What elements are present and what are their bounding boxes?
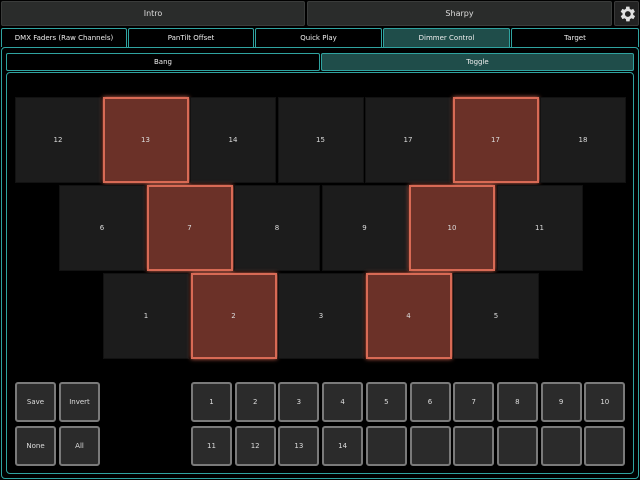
dimmer-cell[interactable]: 11 xyxy=(496,185,583,271)
preset-button[interactable]: 2 xyxy=(234,382,276,422)
sharpy-button[interactable]: Sharpy xyxy=(307,1,612,26)
none-button[interactable]: None xyxy=(15,426,56,466)
preset-button[interactable] xyxy=(409,426,451,466)
dimmer-cell[interactable]: 6 xyxy=(59,185,145,271)
save-button[interactable]: Save xyxy=(15,382,56,422)
dimmer-cell[interactable]: 8 xyxy=(234,185,320,271)
preset-button[interactable]: 13 xyxy=(278,426,320,466)
dimmer-cell[interactable]: 13 xyxy=(102,97,189,183)
tab-dmx-faders[interactable]: DMX Faders (Raw Channels) xyxy=(1,28,127,47)
dimmer-cell[interactable]: 17 xyxy=(452,97,539,183)
dimmer-cell[interactable]: 9 xyxy=(321,185,408,271)
preset-button[interactable] xyxy=(496,426,538,466)
dimmer-cell[interactable]: 5 xyxy=(453,273,539,359)
dimmer-cell[interactable]: 12 xyxy=(15,97,101,183)
preset-button[interactable]: 10 xyxy=(584,382,626,422)
preset-button[interactable]: 1 xyxy=(191,382,232,422)
preset-button[interactable] xyxy=(584,426,626,466)
tab-dimmer-control[interactable]: Dimmer Control xyxy=(383,28,510,47)
preset-button[interactable]: 12 xyxy=(234,426,276,466)
preset-button[interactable] xyxy=(365,426,407,466)
tab-pantilt-offset[interactable]: PanTilt Offset xyxy=(128,28,254,47)
dimmer-cell[interactable]: 17 xyxy=(365,97,451,183)
gear-icon xyxy=(620,6,635,21)
all-button[interactable]: All xyxy=(59,426,100,466)
dimmer-cell[interactable]: 15 xyxy=(277,97,364,183)
preset-button[interactable]: 5 xyxy=(365,382,407,422)
dimmer-cell[interactable]: 10 xyxy=(409,185,495,271)
preset-button[interactable]: 11 xyxy=(191,426,232,466)
intro-button[interactable]: Intro xyxy=(1,1,305,26)
dimmer-cell[interactable]: 4 xyxy=(365,273,452,359)
preset-button[interactable]: 4 xyxy=(322,382,364,422)
invert-button[interactable]: Invert xyxy=(59,382,100,422)
dimmer-cell[interactable]: 7 xyxy=(146,185,233,271)
preset-button[interactable]: 6 xyxy=(409,382,451,422)
tab-quick-play[interactable]: Quick Play xyxy=(255,28,382,47)
preset-button[interactable] xyxy=(540,426,582,466)
preset-button[interactable]: 9 xyxy=(540,382,582,422)
dimmer-cell[interactable]: 1 xyxy=(103,273,189,359)
subtab-toggle[interactable]: Toggle xyxy=(321,53,634,71)
dimmer-cell[interactable]: 14 xyxy=(190,97,276,183)
tab-target[interactable]: Target xyxy=(511,28,639,47)
dimmer-cell[interactable]: 3 xyxy=(278,273,364,359)
dimmer-cell[interactable]: 18 xyxy=(540,97,626,183)
preset-button[interactable] xyxy=(453,426,495,466)
preset-button[interactable]: 3 xyxy=(278,382,320,422)
dimmer-cell[interactable]: 2 xyxy=(190,273,277,359)
settings-button[interactable] xyxy=(614,1,639,26)
preset-button[interactable]: 7 xyxy=(453,382,495,422)
subtab-bang[interactable]: Bang xyxy=(6,53,320,71)
preset-button[interactable]: 14 xyxy=(322,426,364,466)
preset-button[interactable]: 8 xyxy=(496,382,538,422)
